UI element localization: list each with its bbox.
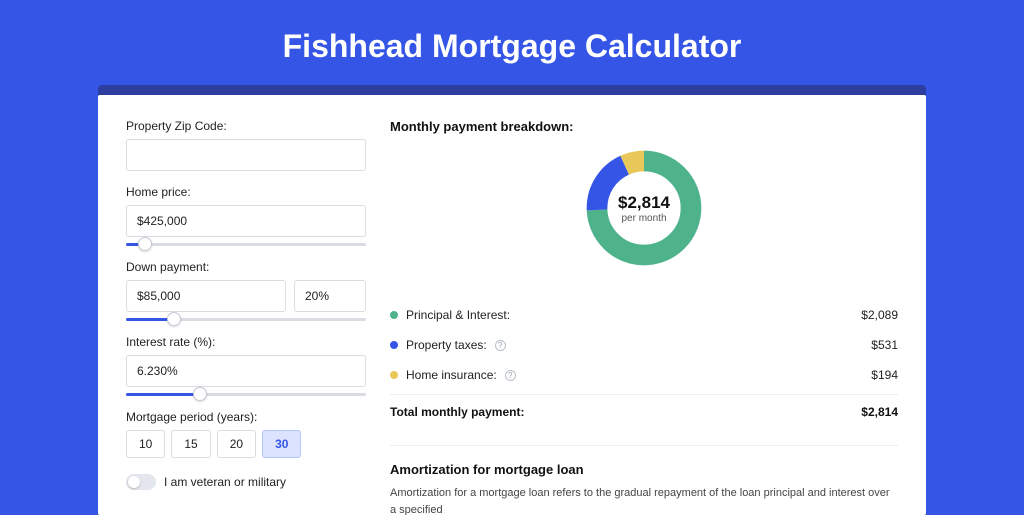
veteran-toggle[interactable] <box>126 474 156 490</box>
home-price-label: Home price: <box>126 185 366 199</box>
donut-chart: $2,814 per month <box>390 146 898 270</box>
home-price-row: Home price: <box>126 185 366 246</box>
slider-thumb[interactable] <box>193 387 207 401</box>
down-payment-row: Down payment: <box>126 260 366 321</box>
down-payment-slider[interactable] <box>126 318 366 321</box>
legend-row: Principal & Interest: $2,089 <box>390 300 898 330</box>
legend-dot <box>390 371 398 379</box>
period-btn-30[interactable]: 30 <box>262 430 301 458</box>
amortization-text: Amortization for a mortgage loan refers … <box>390 485 898 515</box>
interest-label: Interest rate (%): <box>126 335 366 349</box>
interest-slider[interactable] <box>126 393 366 396</box>
down-payment-label: Down payment: <box>126 260 366 274</box>
legend-label: Home insurance: <box>406 368 497 382</box>
zip-row: Property Zip Code: <box>126 119 366 171</box>
period-btn-15[interactable]: 15 <box>171 430 210 458</box>
period-label: Mortgage period (years): <box>126 410 366 424</box>
breakdown-title: Monthly payment breakdown: <box>390 119 898 134</box>
amortization-title: Amortization for mortgage loan <box>390 445 898 477</box>
card-outer: Property Zip Code: Home price: Down paym… <box>98 85 926 515</box>
legend-value: $194 <box>871 368 898 382</box>
period-btn-20[interactable]: 20 <box>217 430 256 458</box>
home-price-input[interactable] <box>126 205 366 237</box>
legend-label: Property taxes: <box>406 338 487 352</box>
legend-row: Home insurance:? $194 <box>390 360 898 390</box>
donut-sub: per month <box>621 213 666 224</box>
down-payment-input[interactable] <box>126 280 286 312</box>
veteran-row: I am veteran or military <box>126 474 366 490</box>
legend-label: Principal & Interest: <box>406 308 510 322</box>
page-title: Fishhead Mortgage Calculator <box>0 0 1024 85</box>
period-row: Mortgage period (years): 10152030 <box>126 410 366 458</box>
veteran-label: I am veteran or military <box>164 475 286 489</box>
legend-dot <box>390 341 398 349</box>
legend-row: Property taxes:? $531 <box>390 330 898 360</box>
donut-center: $2,814 per month <box>582 146 706 270</box>
interest-input[interactable] <box>126 355 366 387</box>
total-row: Total monthly payment: $2,814 <box>390 394 898 435</box>
calculator-card: Property Zip Code: Home price: Down paym… <box>98 95 926 515</box>
zip-input[interactable] <box>126 139 366 171</box>
slider-thumb[interactable] <box>138 237 152 251</box>
total-label: Total monthly payment: <box>390 405 524 419</box>
period-btn-10[interactable]: 10 <box>126 430 165 458</box>
breakdown-panel: Monthly payment breakdown: $2,814 per mo… <box>390 119 898 515</box>
info-icon[interactable]: ? <box>495 340 506 351</box>
info-icon[interactable]: ? <box>505 370 516 381</box>
slider-thumb[interactable] <box>167 312 181 326</box>
total-value: $2,814 <box>861 405 898 419</box>
legend-dot <box>390 311 398 319</box>
legend-value: $531 <box>871 338 898 352</box>
legend-value: $2,089 <box>861 308 898 322</box>
home-price-slider[interactable] <box>126 243 366 246</box>
down-payment-pct-input[interactable] <box>294 280 366 312</box>
form-panel: Property Zip Code: Home price: Down paym… <box>126 119 366 515</box>
interest-row: Interest rate (%): <box>126 335 366 396</box>
donut-amount: $2,814 <box>618 193 670 213</box>
zip-label: Property Zip Code: <box>126 119 366 133</box>
